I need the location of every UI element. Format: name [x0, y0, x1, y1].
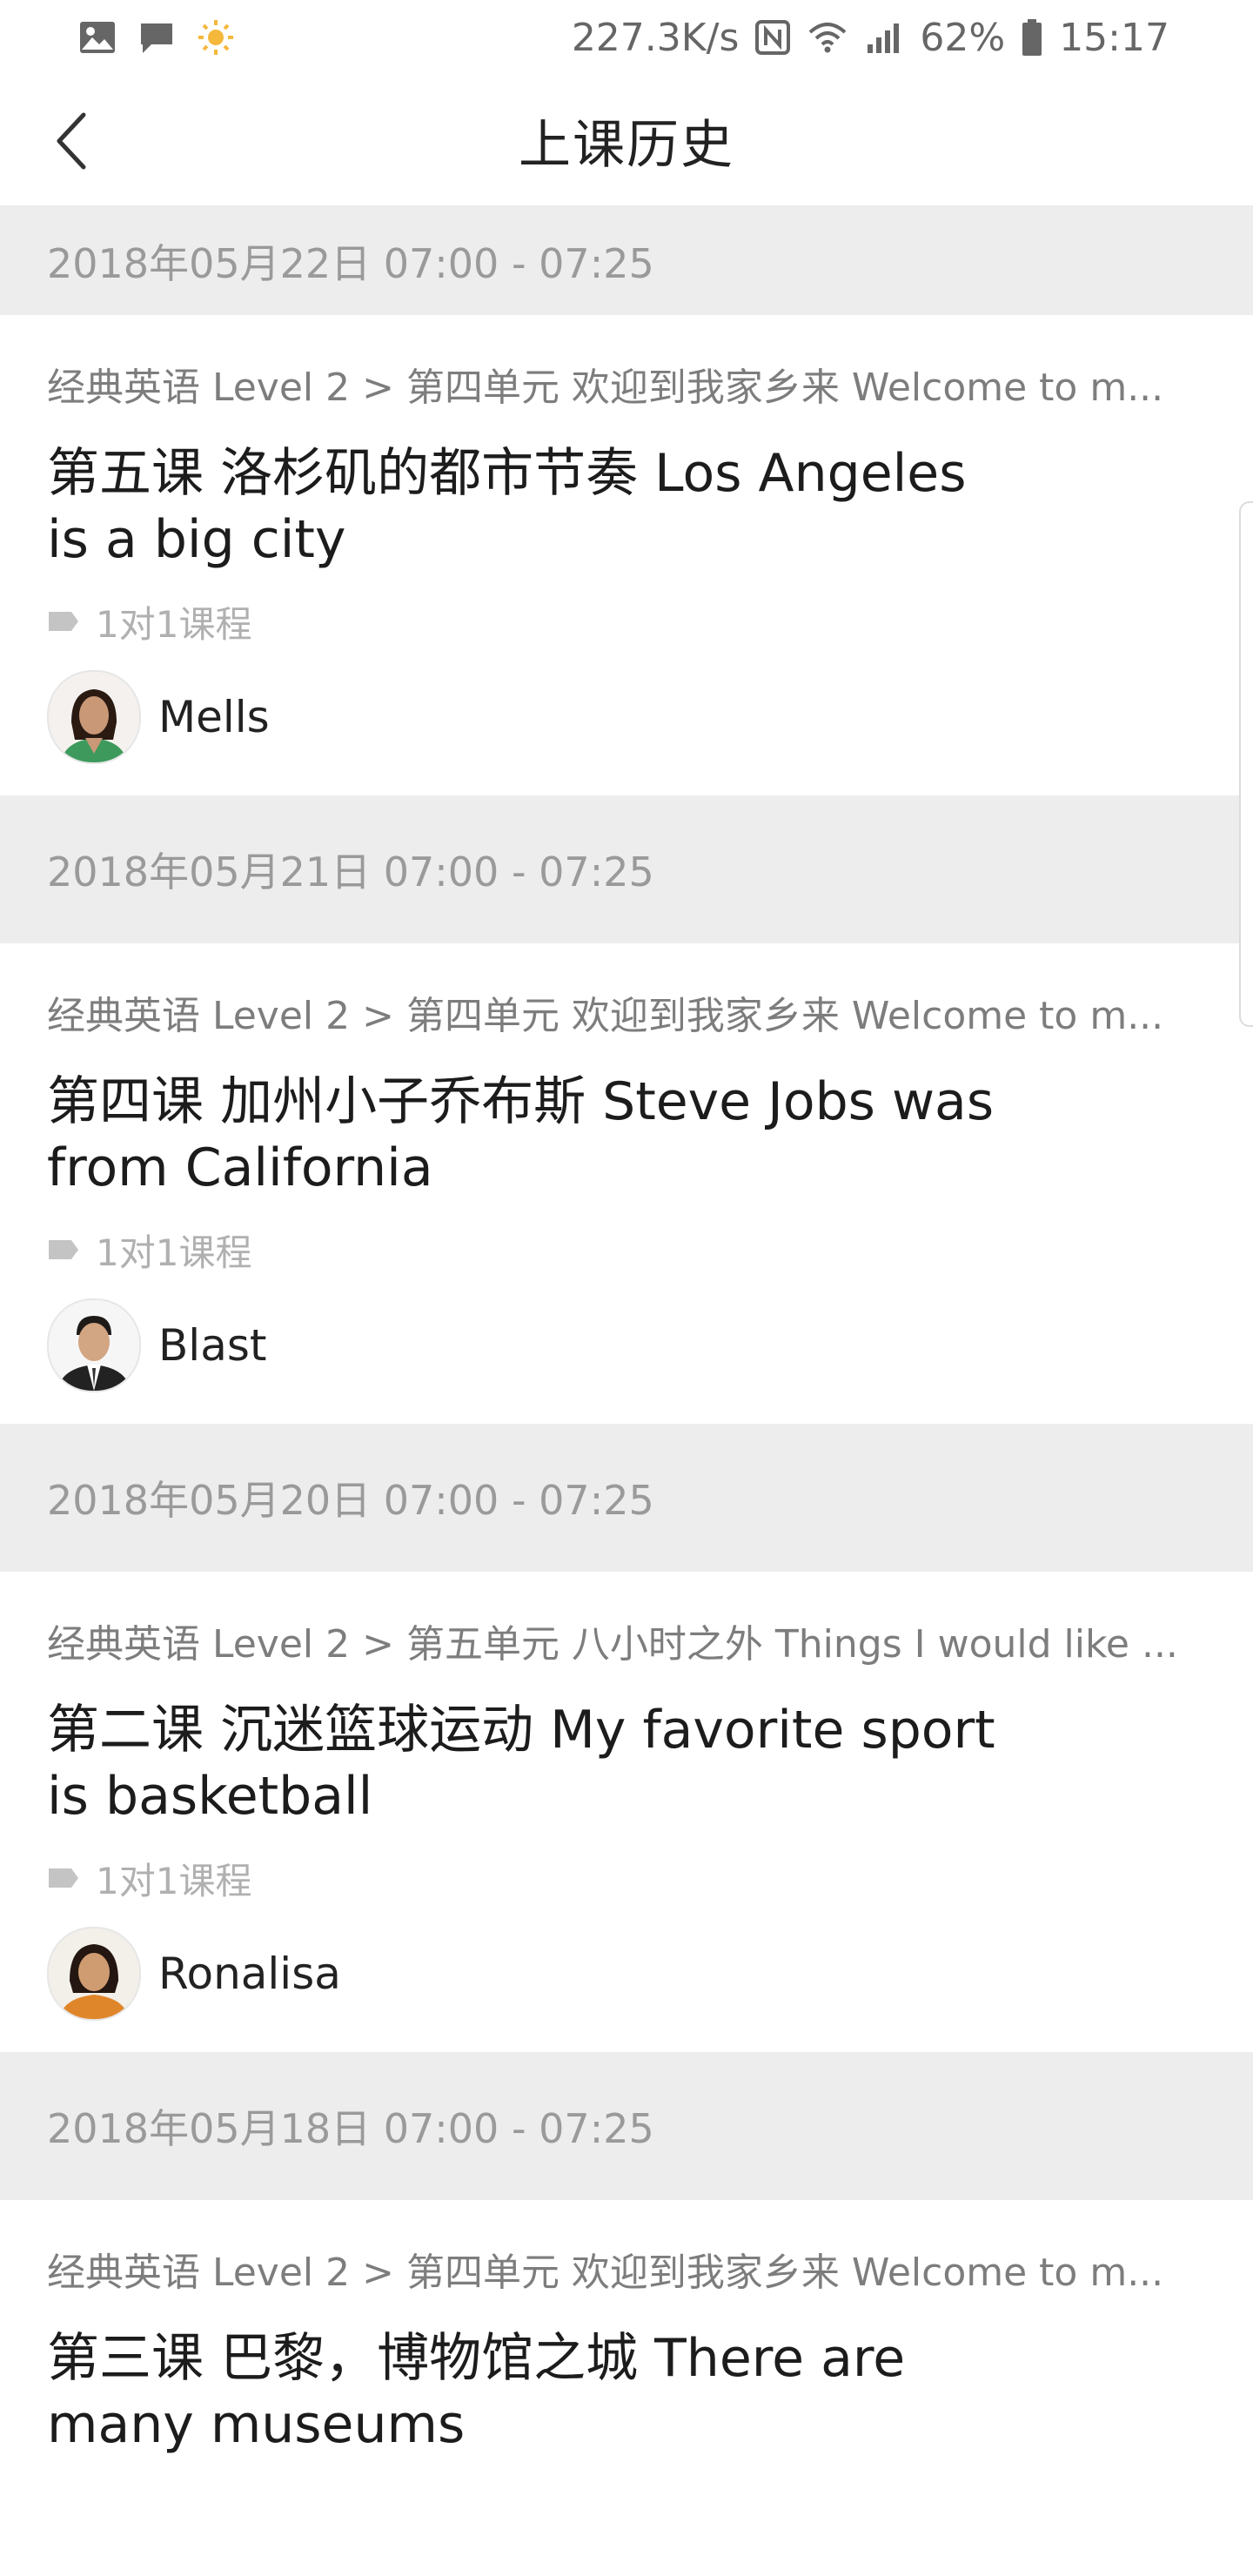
brightness-icon [198, 20, 233, 55]
teacher-info: Mells [47, 670, 1206, 795]
course-type: 1对1课程 [47, 1854, 1206, 1902]
tag-icon [49, 1868, 78, 1888]
course-type-label: 1对1课程 [96, 1859, 252, 1902]
battery-icon [1022, 19, 1042, 56]
session-date: 2018年05月18日 07:00 - 07:25 [0, 2052, 1253, 2200]
chevron-left-icon [57, 112, 86, 170]
wifi-icon [809, 23, 847, 53]
session-date: 2018年05月21日 07:00 - 07:25 [0, 795, 1253, 943]
session-card[interactable]: 经典英语 Level 2 > 第四单元 欢迎到我家乡来 Welcome to m… [0, 943, 1253, 1424]
nav-header: 上课历史 [0, 75, 1253, 207]
session-group: 2018年05月21日 07:00 - 07:25 经典英语 Level 2 >… [0, 795, 1253, 1424]
course-breadcrumb: 经典英语 Level 2 > 第四单元 欢迎到我家乡来 Welcome to m… [47, 994, 1164, 1038]
teacher-info: Blast [47, 1298, 1206, 1424]
course-breadcrumb: 经典英语 Level 2 > 第五单元 八小时之外 Things I would… [47, 1622, 1178, 1667]
teacher-name: Blast [158, 1320, 267, 1371]
teacher-photo-icon [49, 1300, 139, 1391]
session-card[interactable]: 经典英语 Level 2 > 第四单元 欢迎到我家乡来 Welcome to m… [0, 315, 1253, 795]
signal-icon [868, 23, 900, 53]
course-type: 1对1课程 [47, 1225, 1206, 1274]
clock: 15:17 [1059, 15, 1169, 60]
page-title: 上课历史 [519, 114, 734, 176]
lesson-title: 第二课 沉迷篮球运动 My favorite sport is basketba… [47, 1700, 995, 1827]
teacher-photo-icon [49, 672, 139, 762]
edge-panel-handle[interactable] [1239, 501, 1253, 1027]
session-card[interactable]: 经典英语 Level 2 > 第五单元 八小时之外 Things I would… [0, 1572, 1253, 2052]
status-left [78, 18, 235, 57]
course-type: 1对1课程 [47, 597, 1206, 646]
status-bar: 227.3K/s 62% 15:17 [0, 0, 1253, 75]
course-breadcrumb: 经典英语 Level 2 > 第四单元 欢迎到我家乡来 Welcome to m… [47, 366, 1164, 410]
course-breadcrumb: 经典英语 Level 2 > 第四单元 欢迎到我家乡来 Welcome to m… [47, 2251, 1164, 2295]
lesson-title: 第四课 加州小子乔布斯 Steve Jobs was from Californ… [47, 1071, 995, 1198]
session-group: 2018年05月18日 07:00 - 07:25 经典英语 Level 2 >… [0, 2052, 1253, 2458]
session-date: 2018年05月20日 07:00 - 07:25 [0, 1424, 1253, 1572]
network-speed: 227.3K/s [571, 15, 740, 60]
gallery-icon [80, 22, 115, 53]
teacher-name: Ronalisa [158, 1949, 341, 1999]
course-type-label: 1对1课程 [96, 602, 252, 646]
avatar [47, 1927, 141, 2021]
session-card[interactable]: 经典英语 Level 2 > 第四单元 欢迎到我家乡来 Welcome to m… [0, 2200, 1253, 2458]
session-date: 2018年05月22日 07:00 - 07:25 [0, 207, 1253, 315]
lesson-title: 第五课 洛杉矶的都市节奏 Los Angeles is a big city [47, 443, 967, 570]
battery-percent: 62% [920, 15, 1006, 60]
session-group: 2018年05月22日 07:00 - 07:25 经典英语 Level 2 >… [0, 207, 1253, 795]
lesson-title: 第三课 巴黎，博物馆之城 There are many museums [47, 2328, 906, 2455]
status-right: 227.3K/s 62% 15:17 [572, 16, 1169, 60]
history-list[interactable]: 2018年05月22日 07:00 - 07:25 经典英语 Level 2 >… [0, 207, 1253, 2458]
avatar [47, 1298, 141, 1392]
tag-icon [49, 612, 78, 631]
avatar [47, 670, 141, 764]
teacher-info: Ronalisa [47, 1927, 1206, 2052]
message-icon [141, 23, 172, 53]
teacher-name: Mells [158, 692, 270, 742]
nfc-icon [755, 20, 791, 55]
tag-icon [49, 1240, 78, 1259]
session-group: 2018年05月20日 07:00 - 07:25 经典英语 Level 2 >… [0, 1424, 1253, 2052]
back-button[interactable] [40, 110, 103, 172]
course-type-label: 1对1课程 [96, 1231, 252, 1274]
teacher-photo-icon [49, 1929, 139, 2019]
